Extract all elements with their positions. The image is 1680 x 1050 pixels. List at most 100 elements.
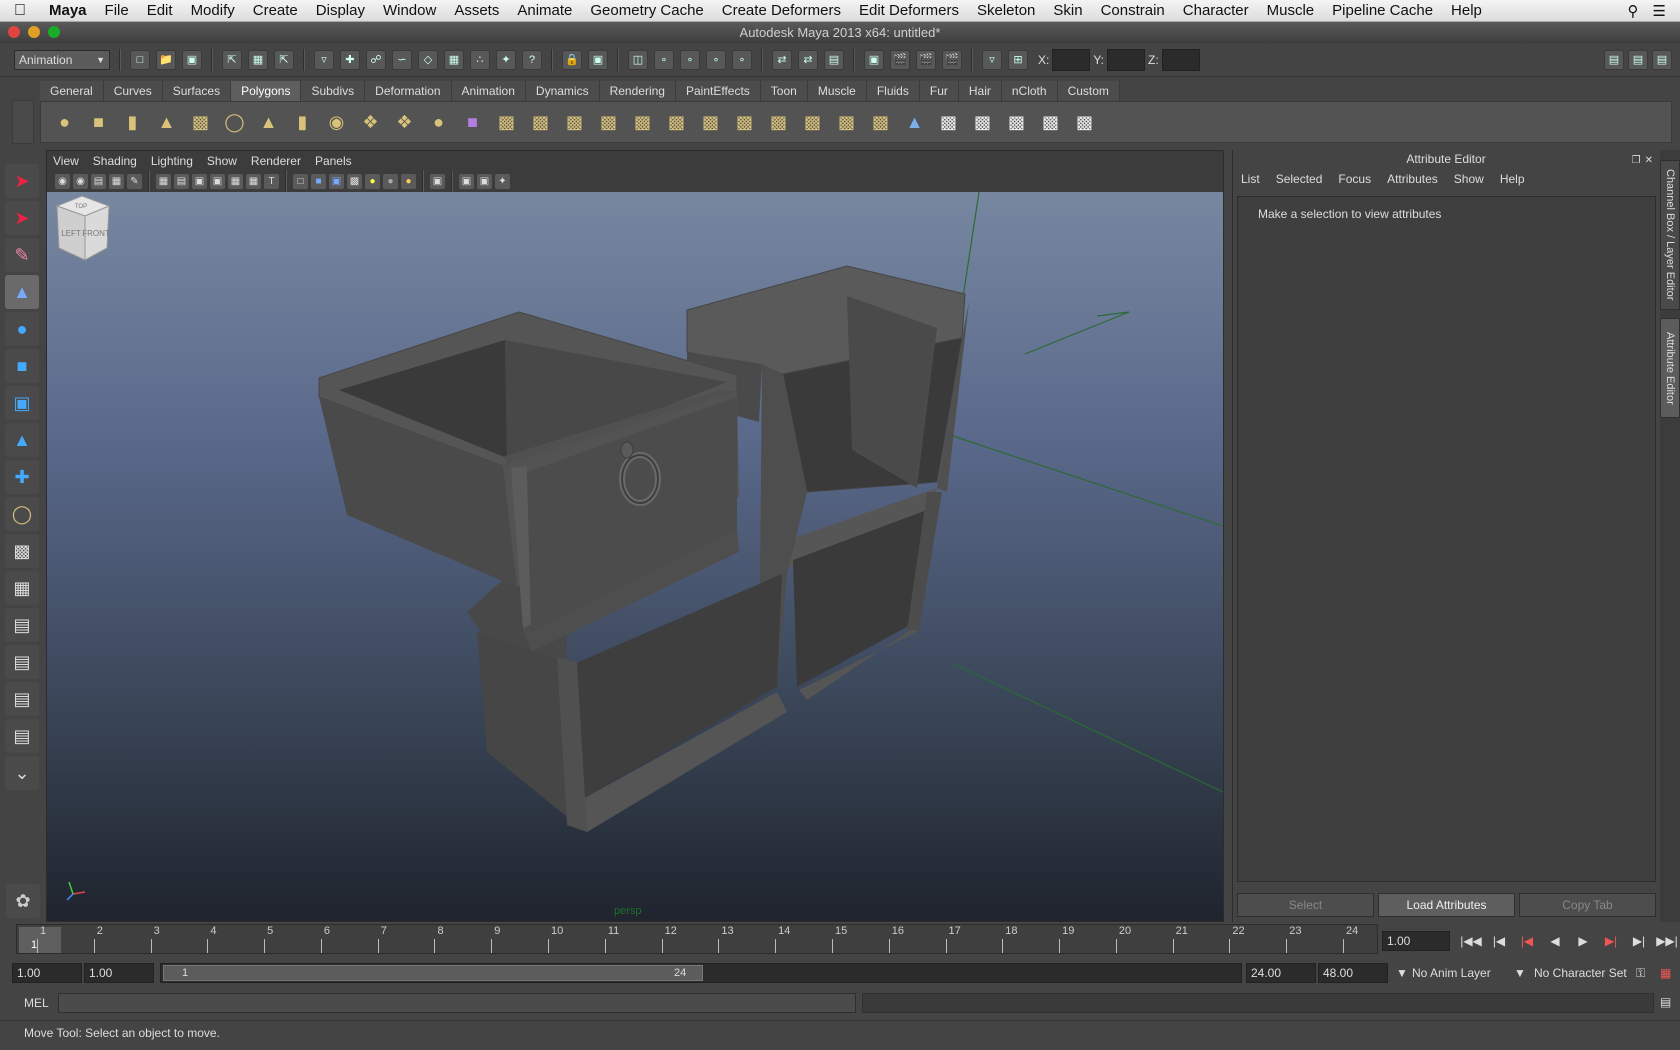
select-surfaces-icon[interactable]: ◇ [418,49,438,70]
ae-menu-list[interactable]: List [1241,172,1260,186]
menu-app[interactable]: Maya [40,2,96,19]
auto-key-icon[interactable]: ⚿ [1636,963,1645,983]
shelf-tab-surfaces[interactable]: Surfaces [162,81,232,101]
poly-pipe-icon[interactable]: ▮ [287,107,318,138]
uv-snapshot-icon[interactable]: ▩ [1001,107,1032,138]
script-editor-icon[interactable]: ▤ [1660,995,1671,1009]
bridge-icon[interactable]: ▩ [525,107,556,138]
mel-command-input[interactable] [58,993,856,1013]
playback-end-field[interactable]: 24.00 [1246,963,1316,983]
select-deformations-icon[interactable]: ▦ [444,49,464,70]
poly-plane-icon[interactable]: ▩ [185,107,216,138]
append-polygon-icon[interactable]: ▩ [559,107,590,138]
menu-pipeline-cache[interactable]: Pipeline Cache [1323,2,1442,19]
share-panel-icon[interactable]: ✦ [495,173,510,189]
panel-menu-renderer[interactable]: Renderer [251,154,301,168]
poly-cube-icon[interactable]: ■ [83,107,114,138]
shelf-tab-rendering[interactable]: Rendering [599,81,676,101]
shadows-icon[interactable]: ● [383,173,398,189]
paint-select-tool-icon[interactable]: ✎ [5,238,39,272]
add-divisions-icon[interactable]: ▩ [695,107,726,138]
select-object-icon[interactable]: ▦ [248,49,268,70]
tab-attribute-editor[interactable]: Attribute Editor [1660,318,1680,418]
panel-menu-shading[interactable]: Shading [93,154,137,168]
step-forward-frame-icon[interactable]: ▶| [1628,931,1650,951]
character-set-dropdown[interactable]: No Character Set [1534,963,1627,983]
poly-cylinder-icon[interactable]: ▮ [117,107,148,138]
ae-menu-selected[interactable]: Selected [1276,172,1323,186]
menu-file[interactable]: File [96,2,138,19]
checker-map-icon[interactable]: ▩ [1069,107,1100,138]
snap-curve-icon[interactable]: ∘ [654,49,674,70]
range-slider[interactable]: 1 24 [160,963,1242,983]
ae-menu-focus[interactable]: Focus [1338,172,1371,186]
save-scene-icon[interactable]: ▣ [182,49,202,70]
shelf-tab-subdivs[interactable]: Subdivs [301,81,366,101]
output-ops-icon[interactable]: ⇄ [798,49,818,70]
play-backwards-icon[interactable]: ◀ [1544,931,1566,951]
menu-constrain[interactable]: Constrain [1092,2,1174,19]
shelf-tab-custom[interactable]: Custom [1057,81,1120,101]
zoom-window-button[interactable] [48,26,60,38]
open-scene-icon[interactable]: 📁 [156,49,176,70]
panel-menu-lighting[interactable]: Lighting [151,154,193,168]
close-icon[interactable]: ✕ [1645,152,1653,170]
start-time-field[interactable]: 1.00 [12,963,82,983]
select-button[interactable]: Select [1237,893,1374,917]
combine-icon[interactable]: ❖ [355,107,386,138]
go-to-start-icon[interactable]: |◀◀ [1460,931,1482,951]
absolute-transform-icon[interactable]: ⊞ [1008,49,1028,70]
single-perspective-layout-icon[interactable]: ▩ [5,534,39,568]
ambient-occlusion-icon[interactable]: ● [401,173,416,189]
poly-pyramid-icon[interactable]: ▲ [253,107,284,138]
reverse-normals-icon[interactable]: ▩ [865,107,896,138]
copy-tab-button[interactable]: Copy Tab [1519,893,1656,917]
x-field[interactable] [1052,48,1091,71]
select-component-icon[interactable]: ⇱ [274,49,294,70]
mel-label[interactable]: MEL [24,996,49,1010]
range-slider-handle[interactable]: 1 24 [163,965,703,981]
menu-geometry-cache[interactable]: Geometry Cache [581,2,712,19]
insert-edge-loop-icon[interactable]: ▩ [627,107,658,138]
resolution-gate-icon[interactable]: ▣ [192,173,207,189]
spotlight-search-icon[interactable]: ⚲ [1628,2,1639,20]
menu-set-dropdown[interactable]: Animation ▼ [14,49,110,70]
xray-joints-icon[interactable]: ▣ [477,173,492,189]
toggle-attribute-editor-icon[interactable]: ▤ [1604,49,1624,70]
shelf-tab-muscle[interactable]: Muscle [807,81,867,101]
select-rendering-icon[interactable]: ✦ [496,49,516,70]
make-live-icon[interactable]: ∘ [732,49,752,70]
highlight-selection-icon[interactable]: ▣ [588,49,608,70]
shelf-tab-hair[interactable]: Hair [958,81,1002,101]
menu-edit-deformers[interactable]: Edit Deformers [850,2,968,19]
snap-point-icon[interactable]: ∘ [680,49,700,70]
menu-display[interactable]: Display [307,2,374,19]
select-hierarchy-icon[interactable]: ⇱ [222,49,242,70]
panel-menu-panels[interactable]: Panels [315,154,352,168]
select-joints-icon[interactable]: ☍ [366,49,386,70]
safe-action-icon[interactable]: ▦ [246,173,261,189]
minimize-window-button[interactable] [28,26,40,38]
menu-skin[interactable]: Skin [1044,2,1091,19]
anim-layer-dropdown[interactable]: No Anim Layer [1412,963,1491,983]
outliner-persp-layout-icon[interactable]: ▤ [5,719,39,753]
image-plane-icon[interactable]: ▦ [109,173,124,189]
camera-attributes-icon[interactable]: ◉ [73,173,88,189]
wireframe-icon[interactable]: □ [293,173,308,189]
menu-help[interactable]: Help [1442,2,1491,19]
shelf-tab-deformation[interactable]: Deformation [365,81,452,101]
poly-cone-icon[interactable]: ▲ [151,107,182,138]
grid-toggle-icon[interactable]: ▦ [156,173,171,189]
lasso-tool-icon[interactable]: ➤ [5,201,39,235]
use-all-lights-icon[interactable]: ● [365,173,380,189]
mask-menu-icon[interactable]: ▿ [314,49,334,70]
render-settings-icon[interactable]: 🎬 [942,49,962,70]
shelf-tab-general[interactable]: General [40,81,104,101]
film-gate-icon[interactable]: ▤ [174,173,189,189]
notification-list-icon[interactable]: ☰ [1653,2,1666,20]
snap-view-plane-icon[interactable]: ∘ [706,49,726,70]
load-attributes-button[interactable]: Load Attributes [1378,893,1515,917]
lock-selection-icon[interactable]: 🔒 [562,49,582,70]
field-chart-icon[interactable]: ▦ [228,173,243,189]
wireframe-on-shaded-icon[interactable]: ▣ [329,173,344,189]
